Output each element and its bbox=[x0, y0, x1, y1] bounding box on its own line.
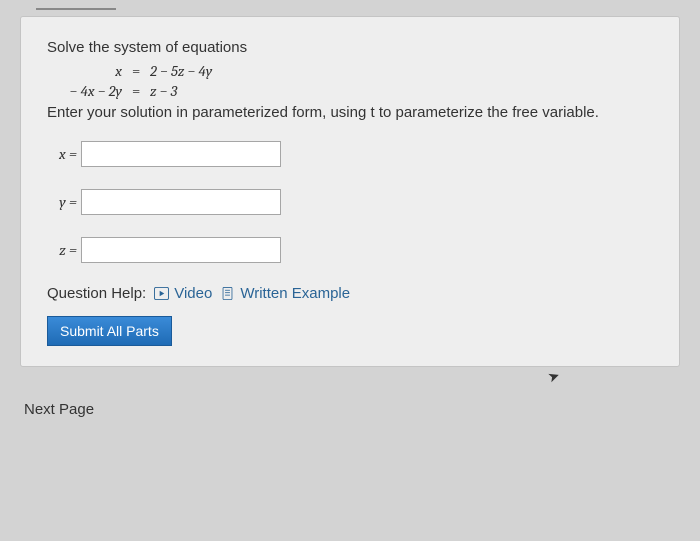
equation-1-lhs: x bbox=[47, 62, 132, 80]
help-video-label: Video bbox=[174, 285, 212, 302]
equation-2: − 4x − 2y = z − 3 bbox=[47, 82, 653, 100]
question-instruction: Enter your solution in parameterized for… bbox=[47, 104, 653, 121]
equation-1: x = 2 − 5z − 4y bbox=[47, 62, 653, 80]
help-written-link[interactable]: Written Example bbox=[220, 285, 350, 302]
answer-row-y: y = bbox=[47, 189, 653, 215]
question-help-row: Question Help: Video Written Example bbox=[47, 285, 653, 302]
help-written-label: Written Example bbox=[240, 285, 350, 302]
submit-button[interactable]: Submit All Parts bbox=[47, 316, 172, 346]
question-help-label: Question Help: bbox=[47, 285, 146, 302]
answer-label-y: y = bbox=[47, 193, 81, 211]
video-icon bbox=[154, 287, 169, 300]
answer-label-z: z = bbox=[47, 241, 81, 259]
answer-input-y[interactable] bbox=[81, 189, 281, 215]
help-video-link[interactable]: Video bbox=[154, 285, 212, 302]
next-page-row: Next Page bbox=[20, 397, 680, 422]
equation-2-rhs: z − 3 bbox=[150, 82, 177, 100]
answer-input-x[interactable] bbox=[81, 141, 281, 167]
equation-2-eq: = bbox=[132, 82, 150, 100]
answer-input-z[interactable] bbox=[81, 237, 281, 263]
answer-row-z: z = bbox=[47, 237, 653, 263]
next-page-button[interactable]: Next Page bbox=[22, 397, 96, 422]
answer-row-x: x = bbox=[47, 141, 653, 167]
equation-1-eq: = bbox=[132, 62, 150, 80]
toolbar-fragment bbox=[36, 8, 116, 10]
equation-1-rhs: 2 − 5z − 4y bbox=[150, 62, 212, 80]
question-card: Solve the system of equations x = 2 − 5z… bbox=[20, 16, 680, 367]
question-prompt: Solve the system of equations bbox=[47, 39, 653, 56]
answer-label-x: x = bbox=[47, 145, 81, 163]
document-icon bbox=[220, 287, 235, 300]
equation-2-lhs: − 4x − 2y bbox=[47, 82, 132, 100]
